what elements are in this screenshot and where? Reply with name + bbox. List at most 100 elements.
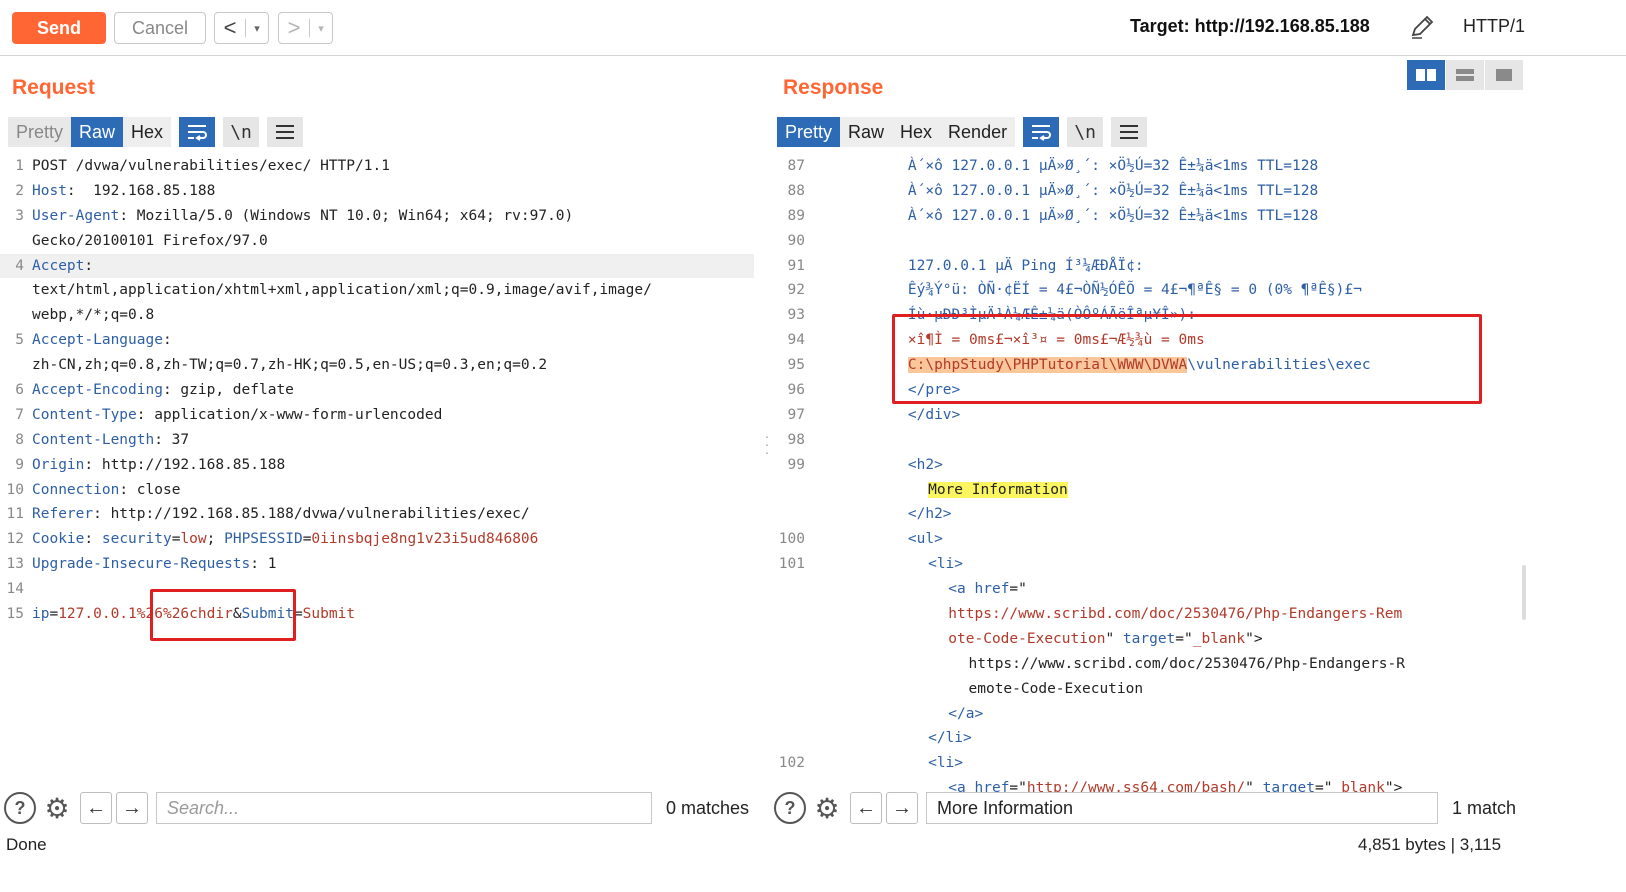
request-editor[interactable]: 1 POST /dvwa/vulnerabilities/exec/ HTTP/1…	[0, 154, 754, 627]
code-token: Referer	[32, 506, 94, 523]
code-token: :	[162, 332, 172, 349]
code-token: : gzip, deflate	[162, 382, 294, 399]
panel-divider-handle[interactable]: · · ·	[764, 429, 770, 459]
tab-render[interactable]: Render	[940, 117, 1016, 147]
code-line: 8 Content-Length: 37	[0, 428, 754, 453]
code-line: </a>	[775, 702, 1525, 727]
tab-hex[interactable]: Hex	[892, 117, 941, 147]
code-text: <h2>	[908, 453, 943, 478]
line-number: 14	[6, 581, 24, 598]
code-text: https://www.scribd.com/doc/2530476/Php-E…	[969, 652, 1406, 677]
code-line: Gecko/20100101 Firefox/97.0	[0, 229, 754, 254]
response-tabs: Pretty Raw Hex Render \n	[777, 117, 1148, 147]
code-token: : Mozilla/5.0 (Windows NT 10.0; Win64; x…	[119, 207, 574, 224]
response-scrollbar[interactable]	[1522, 565, 1526, 620]
code-line: 1 POST /dvwa/vulnerabilities/exec/ HTTP/1…	[0, 154, 754, 179]
code-line: 99 <h2>	[775, 453, 1525, 478]
code-line: 100 <ul>	[775, 527, 1525, 552]
newline-icon[interactable]: \n	[223, 117, 260, 147]
line-number: 99	[787, 456, 805, 473]
layout-side-by-side-icon[interactable]	[1407, 60, 1445, 90]
code-token: Submit	[302, 606, 356, 623]
tab-pretty[interactable]: Pretty	[8, 117, 72, 147]
code-token: : application/x-www-form-urlencoded	[136, 406, 443, 423]
code-token: À´×ô 127.0.0.1 µÄ»Ø¸´: ×Ö½Ú=32 Ê±¼ä<1ms …	[907, 182, 1319, 199]
forward-button[interactable]: >	[279, 13, 309, 43]
code-text: text/html,application/xhtml+xml,applicat…	[32, 278, 652, 303]
search-input[interactable]	[926, 792, 1438, 824]
tab-pretty[interactable]: Pretty	[777, 117, 841, 147]
code-line: https://www.scribd.com/doc/2530476/Php-E…	[775, 652, 1525, 677]
gear-icon[interactable]: ⚙	[40, 791, 74, 825]
prev-match-button[interactable]: ←	[80, 792, 112, 824]
match-count: 1 match	[1452, 797, 1517, 818]
code-token: PHPSESSID	[224, 531, 303, 548]
wrap-icon[interactable]	[1023, 117, 1060, 147]
code-token: zh-CN,zh;q=0.8,zh-TW;q=0.7,zh-HK;q=0.5,e…	[32, 357, 548, 374]
code-text: Origin: http://192.168.85.188	[32, 453, 285, 478]
line-number: 6	[15, 382, 24, 399]
help-icon[interactable]: ?	[774, 792, 806, 824]
line-number: 92	[787, 282, 805, 299]
line-number: 87	[787, 158, 805, 174]
back-button[interactable]: <	[215, 13, 245, 43]
line-number: 5	[15, 332, 24, 349]
code-token: Êý¾Ý°ü: ÒÑ·¢ËÍ = 4£¬ÒÑ½ÓÊÕ = 4£¬¶ªÊ§ = 0…	[907, 282, 1362, 299]
newline-icon[interactable]: \n	[1067, 117, 1104, 147]
layout-stacked-icon[interactable]	[1446, 60, 1484, 90]
code-line: 92 Êý¾Ý°ü: ÒÑ·¢ËÍ = 4£¬ÒÑ½ÓÊÕ = 4£¬¶ªÊ§ =…	[775, 278, 1525, 303]
send-button[interactable]: Send	[12, 12, 106, 44]
request-title: Request	[12, 76, 95, 99]
response-editor[interactable]: 87 À´×ô 127.0.0.1 µÄ»Ø¸´: ×Ö½Ú=32 Ê±¼ä<1m…	[775, 154, 1525, 801]
tab-hex[interactable]: Hex	[123, 117, 172, 147]
tab-raw[interactable]: Raw	[840, 117, 893, 147]
status-text: Done	[6, 835, 47, 854]
layout-tabs-icon[interactable]	[1485, 60, 1523, 90]
search-input[interactable]	[156, 792, 652, 824]
code-token: À´×ô 127.0.0.1 µÄ»Ø¸´: ×Ö½Ú=32 Ê±¼ä<1ms …	[907, 158, 1319, 174]
code-line: 14	[0, 577, 754, 602]
code-token: Content-Length	[32, 431, 155, 448]
code-line: 3 User-Agent: Mozilla/5.0 (Windows NT 10.…	[0, 204, 754, 229]
code-line: 91 127.0.0.1 µÄ Ping Í³¼ÆÐÅÏ¢:	[775, 254, 1525, 279]
protocol-label: HTTP/1	[1463, 16, 1526, 36]
line-number: 1	[15, 158, 24, 174]
code-text: Connection: close	[32, 478, 180, 503]
prev-match-button[interactable]: ←	[850, 792, 882, 824]
line-number: 93	[787, 307, 805, 324]
code-token: : http://192.168.85.188/dvwa/vulnerabili…	[93, 506, 530, 523]
code-text: </h2>	[908, 502, 952, 527]
code-line: 13 Upgrade-Insecure-Requests: 1	[0, 552, 754, 577]
tab-raw[interactable]: Raw	[71, 117, 124, 147]
code-text: Accept-Encoding: gzip, deflate	[32, 378, 294, 403]
gear-icon[interactable]: ⚙	[810, 791, 844, 825]
code-token: </a>	[948, 705, 984, 722]
wrap-icon[interactable]	[179, 117, 216, 147]
cancel-button[interactable]: Cancel	[114, 12, 206, 44]
next-match-button[interactable]: →	[116, 792, 148, 824]
next-match-button[interactable]: →	[886, 792, 918, 824]
back-dropdown-icon[interactable]: ▾	[246, 13, 268, 43]
code-token: security	[101, 531, 172, 548]
code-token: Origin	[32, 456, 85, 473]
code-text: More Information	[928, 478, 1068, 503]
match-count: 0 matches	[666, 797, 750, 818]
code-token: https://www.scribd.com/doc/2530476/Php-E…	[948, 606, 1403, 623]
code-line: 15 ip=127.0.0.1%26%26chdir&Submit=Submit	[0, 602, 754, 627]
forward-dropdown-icon[interactable]: ▾	[310, 13, 332, 43]
request-tabs: Pretty Raw Hex \n	[8, 117, 304, 147]
code-line: 9 Origin: http://192.168.85.188	[0, 453, 754, 478]
code-text: Gecko/20100101 Firefox/97.0	[32, 229, 268, 254]
code-token: href	[974, 581, 1010, 598]
help-icon[interactable]: ?	[4, 792, 36, 824]
code-line: emote-Code-Execution	[775, 677, 1525, 702]
code-line: 4 Accept:	[0, 253, 754, 279]
menu-icon[interactable]	[267, 117, 304, 147]
code-line: 101 <li>	[775, 552, 1525, 577]
toolbar: Send Cancel < ▾ > ▾ Target: http://192.1…	[0, 0, 1626, 56]
edit-target-pencil-icon[interactable]	[1408, 13, 1436, 41]
code-token: POST /dvwa/vulnerabilities/exec/ HTTP/1.…	[32, 158, 390, 174]
menu-icon[interactable]	[1111, 117, 1148, 147]
code-token: 0iinsbqje8ng1v23i5ud846806	[311, 531, 539, 548]
line-number: 102	[778, 755, 805, 772]
